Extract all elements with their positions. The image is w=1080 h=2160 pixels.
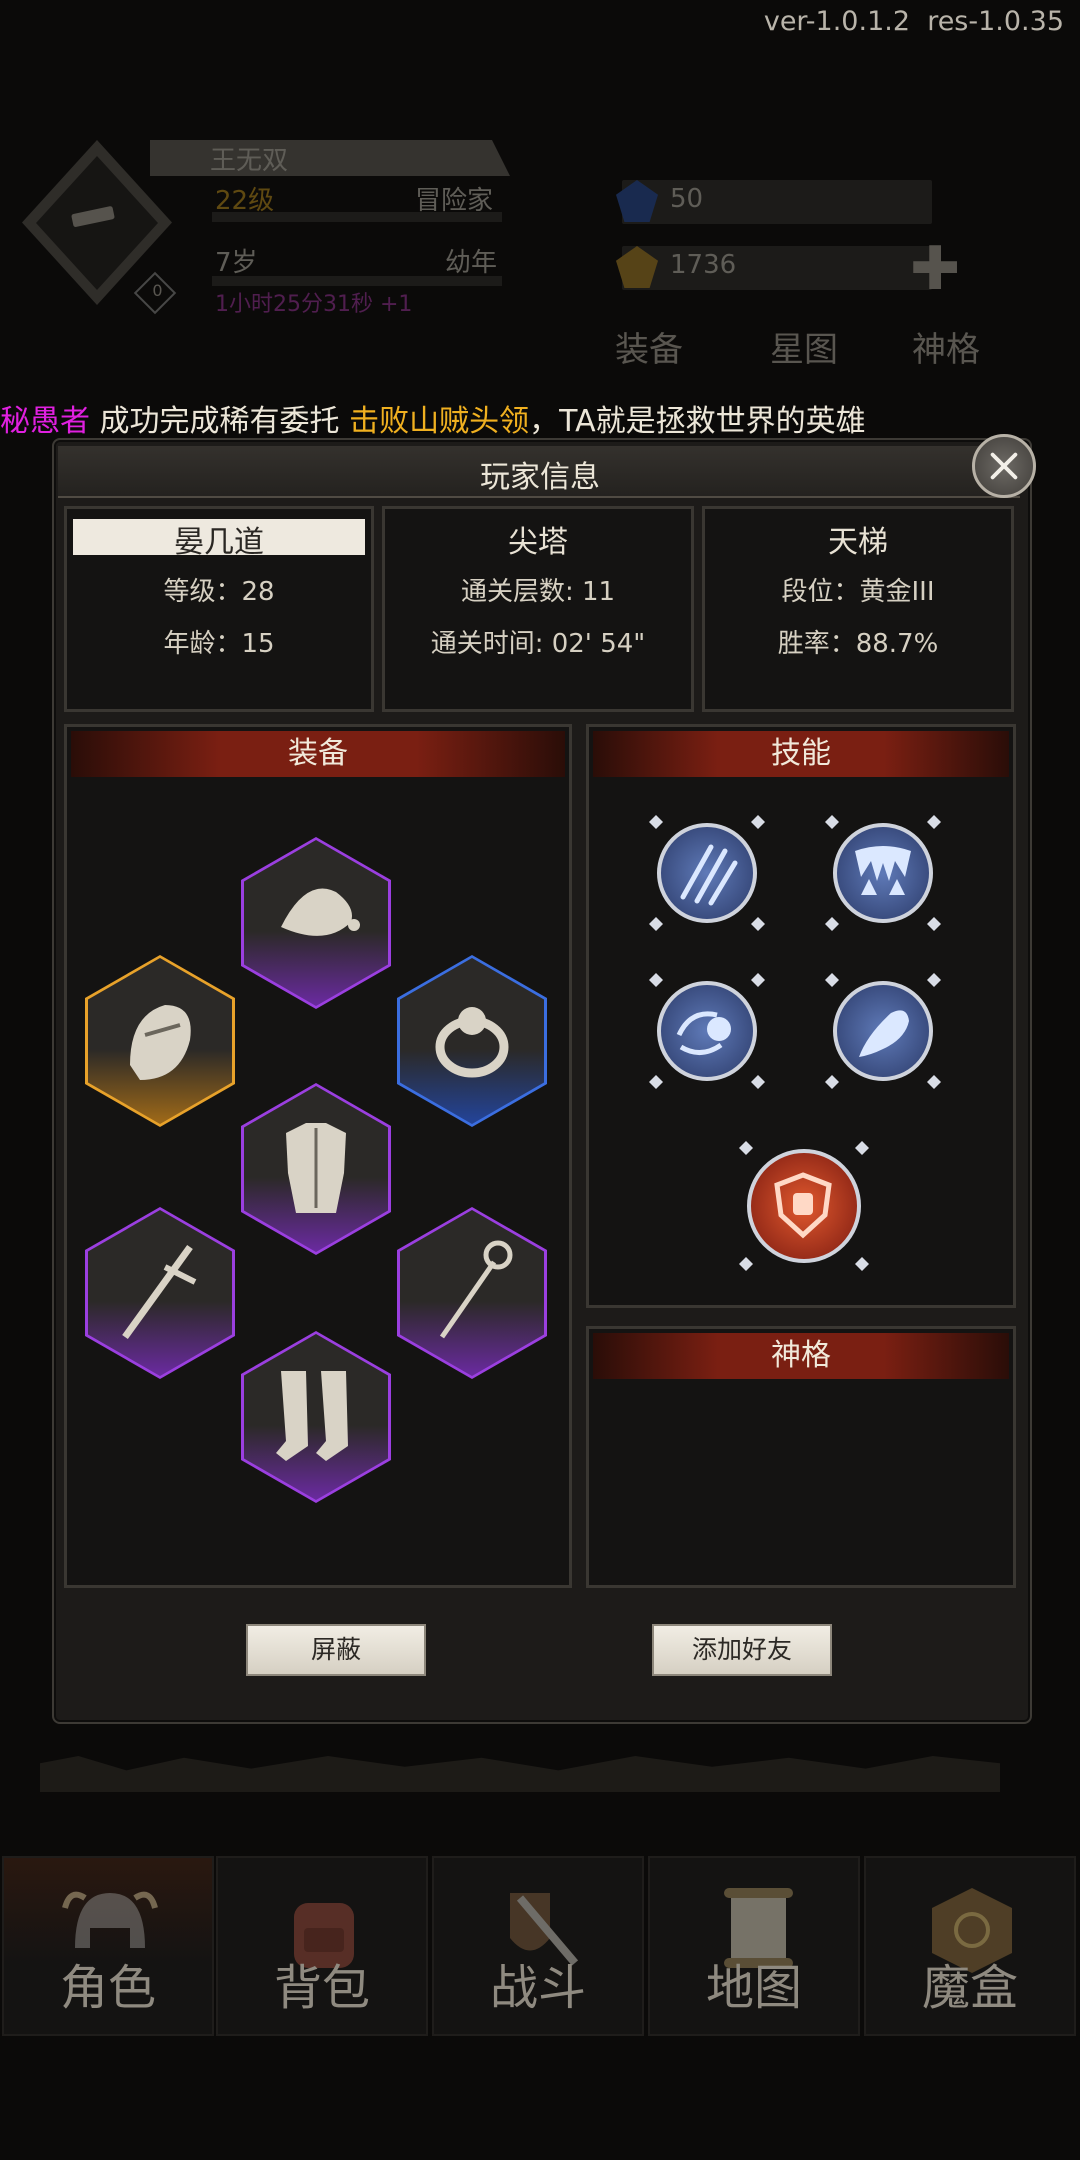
block-button[interactable]: 屏蔽 (246, 1624, 426, 1676)
tab-divinity: 神格 (912, 330, 980, 370)
version-number: ver-1.0.1.2 (763, 6, 911, 37)
nav-character[interactable]: 角色 (2, 1856, 214, 2036)
fire-wisp-icon (859, 1010, 909, 1057)
boots-icon (276, 1371, 348, 1461)
skill-slot-4[interactable] (825, 973, 941, 1089)
equip-slot-boots[interactable] (241, 1331, 391, 1503)
ticker-text-2: ，TA就是拯救世界的英雄 (529, 404, 866, 439)
player-level-line: 等级：28 (163, 577, 275, 607)
skills-header: 技能 (593, 731, 1009, 777)
exp-bar (212, 212, 502, 222)
avatar (36, 156, 158, 290)
panel-torn-edge (40, 1756, 1000, 1792)
equip-slot-weapon[interactable] (85, 1207, 235, 1379)
avatar-badge: 0 (133, 271, 177, 315)
skills-section: 技能 (586, 724, 1016, 1308)
nav-character-label: 角色 (59, 1960, 156, 2016)
gold-gem-count: 1736 (670, 250, 737, 280)
skill-slot-5[interactable] (739, 1141, 869, 1271)
equipment-section: 装备 (64, 724, 572, 1588)
armor-icon (286, 1123, 346, 1213)
ticker-player: 秘愚者 (0, 404, 90, 439)
tower-title: 尖塔 (508, 525, 568, 560)
nav-magic-box[interactable]: 魔盒 (864, 1856, 1076, 2036)
skill-slot-1[interactable] (649, 815, 765, 931)
player-stage: 幼年 (445, 248, 498, 278)
player-age: 7岁 (215, 248, 258, 278)
water-orb-icon (676, 1011, 731, 1055)
nav-map-label: 地图 (705, 1960, 802, 2016)
tower-time: 通关时间: 02' 54" (430, 629, 646, 659)
add-icon: ✚ (910, 234, 961, 304)
nav-map[interactable]: 地图 (648, 1856, 860, 2036)
helmet-icon (130, 1005, 191, 1080)
gold-gem-row (622, 246, 932, 290)
nav-battle[interactable]: 战斗 (432, 1856, 644, 2036)
ticker-text: 成功完成稀有委托 (90, 404, 350, 439)
equip-slot-helmet[interactable] (85, 955, 235, 1127)
ladder-title: 天梯 (828, 525, 888, 560)
info-box-player: 晏几道 等级：28 年龄：15 (64, 506, 374, 712)
avatar-badge-count: 0 (152, 281, 163, 301)
skill-slot-2[interactable] (825, 815, 941, 931)
equipment-header: 装备 (71, 731, 565, 777)
staff-icon (439, 1240, 513, 1339)
name-plate (150, 140, 510, 176)
shield-fist-icon (774, 1172, 832, 1239)
claw-slash-icon (680, 844, 738, 906)
background-header: 0 王无双 22级 冒险家 7岁 幼年 1小时25分31秒 +1 50 1736… (0, 100, 1080, 430)
close-button[interactable] (972, 434, 1036, 498)
equip-slot-offhand[interactable] (397, 1207, 547, 1379)
equip-slot-ring[interactable] (397, 955, 547, 1127)
age-bar (212, 276, 502, 286)
panel-title: 玩家信息 (480, 460, 600, 495)
nav-battle-label: 战斗 (489, 1960, 586, 2016)
resource-version: res-1.0.35 (927, 6, 1064, 37)
tower-floors: 通关层数: 11 (460, 577, 616, 607)
sword-icon (122, 1244, 197, 1340)
blue-gem-row (622, 180, 932, 224)
divinity-section: 神格 (586, 1326, 1016, 1588)
tab-equipment: 装备 (615, 330, 683, 370)
version-label: ver-1.0.1.2 res-1.0.35 (764, 6, 1064, 37)
nav-magic-box-label: 魔盒 (921, 1960, 1018, 2016)
equip-slot-armor[interactable] (241, 1083, 391, 1255)
age-timer: 1小时25分31秒 +1 (215, 292, 413, 317)
bottom-nav: 角色 背包 战斗 地图 魔盒 (0, 1856, 1080, 2036)
nav-backpack-label: 背包 (273, 1960, 370, 2016)
equip-slot-hat[interactable] (241, 837, 391, 1009)
hat-icon (281, 888, 360, 936)
player-display-name: 晏几道 (174, 525, 264, 560)
fangs-icon (855, 846, 911, 895)
info-box-tower: 尖塔 通关层数: 11 通关时间: 02' 54" (382, 506, 694, 712)
ladder-winrate: 胜率：88.7% (777, 629, 939, 659)
player-name: 王无双 (210, 146, 289, 176)
telescope-icon (71, 206, 115, 227)
ring-icon (435, 1007, 509, 1078)
close-icon (990, 452, 1018, 480)
player-age-line: 年龄：15 (163, 629, 275, 659)
tab-star-chart: 星图 (770, 330, 838, 370)
divinity-header: 神格 (593, 1333, 1009, 1379)
blue-gem-count: 50 (670, 184, 704, 214)
ladder-rank: 段位：黄金III (781, 577, 935, 607)
ticker-quest: 击败山贼头领 (349, 404, 530, 439)
add-friend-button[interactable]: 添加好友 (652, 1624, 832, 1676)
skill-slot-3[interactable] (649, 973, 765, 1089)
nav-backpack[interactable]: 背包 (216, 1856, 428, 2036)
info-box-ladder: 天梯 段位：黄金III 胜率：88.7% (702, 506, 1014, 712)
news-ticker: 秘愚者 成功完成稀有委托 击败山贼头领，TA就是拯救世界的英雄 (0, 396, 1080, 444)
